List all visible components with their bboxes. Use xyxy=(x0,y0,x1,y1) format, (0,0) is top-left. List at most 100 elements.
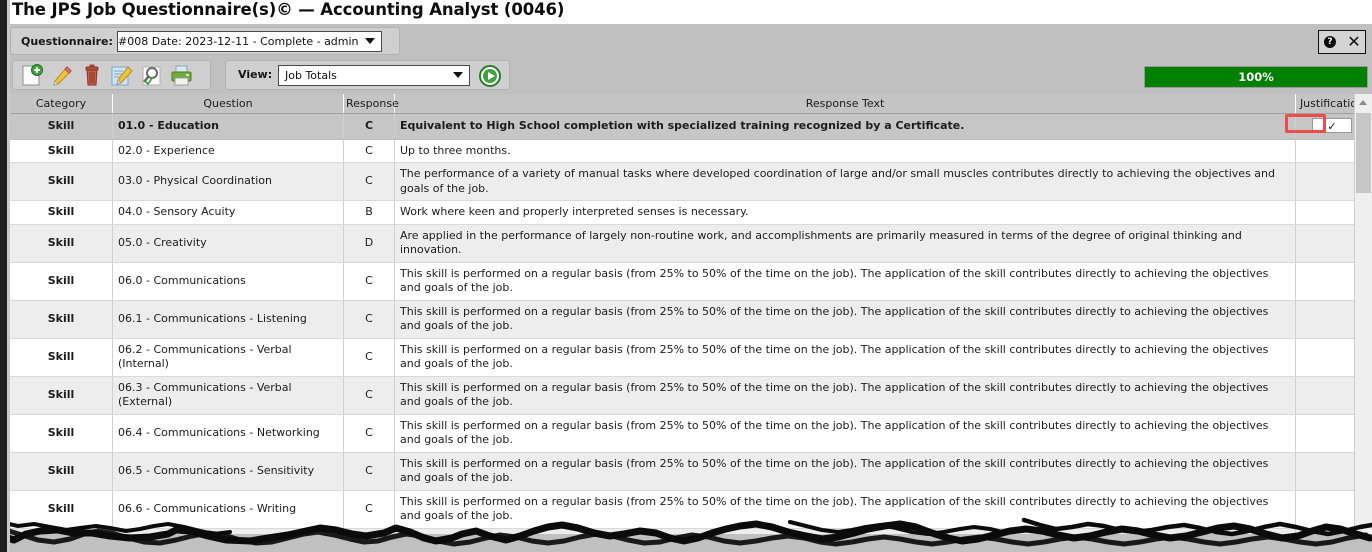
column-header-response[interactable]: Response xyxy=(343,94,399,114)
scroll-up-arrow-icon[interactable] xyxy=(1355,94,1372,111)
cell-response-text: This skill is performed on a regular bas… xyxy=(394,262,1296,301)
footer-strip xyxy=(0,534,1372,552)
edit-pencil-icon[interactable] xyxy=(49,64,75,88)
help-button[interactable]: ? xyxy=(1319,31,1343,53)
window-buttons: ? ✕ xyxy=(1318,30,1366,54)
table-header-row: Category Question Response Response Text… xyxy=(10,94,1369,114)
cell-response: B xyxy=(343,200,395,225)
cell-response-text: This skill is performed on a regular bas… xyxy=(394,376,1296,415)
cell-response: C xyxy=(343,338,395,377)
printer-icon[interactable] xyxy=(169,64,195,88)
cell-response-text: Equivalent to High School completion wit… xyxy=(394,113,1296,140)
cell-response-text: This skill is performed on a regular bas… xyxy=(394,414,1296,453)
chevron-down-icon xyxy=(365,38,375,44)
cell-question: 04.0 - Sensory Acuity xyxy=(112,200,344,225)
table-body: Skill 01.0 - Education C Equivalent to High… xyxy=(10,113,1369,552)
cell-category: Skill xyxy=(10,200,113,225)
view-group: View: Job Totals xyxy=(225,60,510,90)
cell-response: C xyxy=(343,376,395,415)
results-table: Category Question Response Response Text… xyxy=(10,94,1369,552)
cell-response: D xyxy=(343,224,395,263)
cell-category: Skill xyxy=(10,376,113,415)
table-row[interactable]: Skill 06.5 - Communications - Sensitivity… xyxy=(10,452,1369,491)
table-row[interactable]: Skill 06.6 - Communications - Writing C Thi… xyxy=(10,490,1369,529)
justification-checkmark[interactable]: ✓ xyxy=(1312,118,1352,133)
cell-question: 06.5 - Communications - Sensitivity xyxy=(112,452,344,491)
cell-question: 02.0 - Experience xyxy=(112,139,344,163)
cell-question: 06.2 - Communications - Verbal (Internal… xyxy=(112,338,344,377)
table-row[interactable]: Skill 03.0 - Physical Coordination C The pe… xyxy=(10,162,1369,201)
cell-response-text: This skill is performed on a regular bas… xyxy=(394,490,1296,529)
cell-category: Skill xyxy=(10,490,113,529)
cell-response: C xyxy=(343,162,395,201)
run-view-button[interactable] xyxy=(478,64,502,88)
cell-response-text: This skill is performed on a regular bas… xyxy=(394,452,1296,491)
table-row[interactable]: Skill 06.1 - Communications - Listening C T… xyxy=(10,300,1369,339)
progress-percent-label: 100% xyxy=(1238,70,1274,84)
questionnaire-grid[interactable]: Category Question Response Response Text… xyxy=(10,94,1372,552)
cell-question: 06.4 - Communications - Networking xyxy=(112,414,344,453)
close-icon: ✕ xyxy=(1347,32,1361,51)
table-row[interactable]: Skill 01.0 - Education C Equivalent to High… xyxy=(10,113,1369,140)
cell-response-text: Up to three months. xyxy=(394,139,1296,163)
delete-trash-icon[interactable] xyxy=(79,64,105,88)
cell-response-text: Are applied in the performance of largel… xyxy=(394,224,1296,263)
questionnaire-selected-value: #008 Date: 2023-12-11 - Complete - admin… xyxy=(118,35,359,48)
close-button[interactable]: ✕ xyxy=(1342,31,1366,53)
edit-note-icon[interactable] xyxy=(109,64,135,88)
table-row[interactable]: Skill 06.3 - Communications - Verbal (Ext… xyxy=(10,376,1369,415)
cell-question: 05.0 - Creativity xyxy=(112,224,344,263)
toolbar-icon-group xyxy=(12,60,211,90)
cell-response: C xyxy=(343,414,395,453)
cell-category: Skill xyxy=(10,300,113,339)
table-row[interactable]: Skill 06.0 - Communications C This skill is… xyxy=(10,262,1369,301)
completion-progress-bar: 100% xyxy=(1144,66,1368,88)
table-header: Category Question Response Response Text… xyxy=(10,94,1369,114)
page-title: The JPS Job Questionnaire(s)© — Accounti… xyxy=(12,0,565,19)
cell-response-text: This skill is performed on a regular bas… xyxy=(394,300,1296,339)
cell-response-text: Work where keen and properly interpreted… xyxy=(394,200,1296,225)
window-left-edge xyxy=(0,0,7,552)
chevron-down-icon xyxy=(453,72,463,78)
cell-category: Skill xyxy=(10,113,113,140)
cell-category: Skill xyxy=(10,452,113,491)
cell-category: Skill xyxy=(10,414,113,453)
cell-category: Skill xyxy=(10,139,113,163)
vertical-scrollbar[interactable] xyxy=(1354,94,1372,535)
questionnaire-label: Questionnaire: xyxy=(21,35,113,48)
cell-response-text: The performance of a variety of manual t… xyxy=(394,162,1296,201)
search-magnifier-icon[interactable] xyxy=(139,64,165,88)
title-bar: The JPS Job Questionnaire(s)© — Accounti… xyxy=(0,0,1372,24)
questionnaire-select[interactable]: #008 Date: 2023-12-11 - Complete - admin… xyxy=(117,31,382,52)
cell-question: 03.0 - Physical Coordination xyxy=(112,162,344,201)
table-row[interactable]: Skill 02.0 - Experience C Up to three month… xyxy=(10,139,1369,163)
questionnaire-group: Questionnaire: #008 Date: 2023-12-11 - C… xyxy=(10,27,400,55)
cell-category: Skill xyxy=(10,262,113,301)
cell-response: C xyxy=(343,262,395,301)
cell-question: 06.0 - Communications xyxy=(112,262,344,301)
cell-response: C xyxy=(343,300,395,339)
table-row[interactable]: Skill 06.4 - Communications - Networking C… xyxy=(10,414,1369,453)
scrollbar-thumb[interactable] xyxy=(1356,113,1371,193)
table-row[interactable]: Skill 06.2 - Communications - Verbal (Int… xyxy=(10,338,1369,377)
cell-response: C xyxy=(343,139,395,163)
new-document-icon[interactable] xyxy=(19,64,45,88)
cell-question: 06.1 - Communications - Listening xyxy=(112,300,344,339)
view-selected-value: Job Totals xyxy=(285,69,337,82)
table-row[interactable]: Skill 04.0 - Sensory Acuity B Work where ke… xyxy=(10,200,1369,225)
view-label: View: xyxy=(238,68,273,81)
view-select[interactable]: Job Totals xyxy=(278,65,470,86)
column-header-category[interactable]: Category xyxy=(10,94,113,114)
table-row[interactable]: Skill 05.0 - Creativity D Are applied in th… xyxy=(10,224,1369,263)
cell-response: C xyxy=(343,113,395,140)
column-header-question[interactable]: Question xyxy=(112,94,344,114)
cell-category: Skill xyxy=(10,162,113,201)
window-left-edge-inner xyxy=(7,0,10,552)
cell-response-text: This skill is performed on a regular bas… xyxy=(394,338,1296,377)
cell-response: C xyxy=(343,452,395,491)
cell-category: Skill xyxy=(10,338,113,377)
column-header-response-text[interactable]: Response Text xyxy=(394,94,1296,114)
cell-question: 06.6 - Communications - Writing xyxy=(112,490,344,529)
cell-response: C xyxy=(343,490,395,529)
help-icon: ? xyxy=(1324,36,1336,48)
